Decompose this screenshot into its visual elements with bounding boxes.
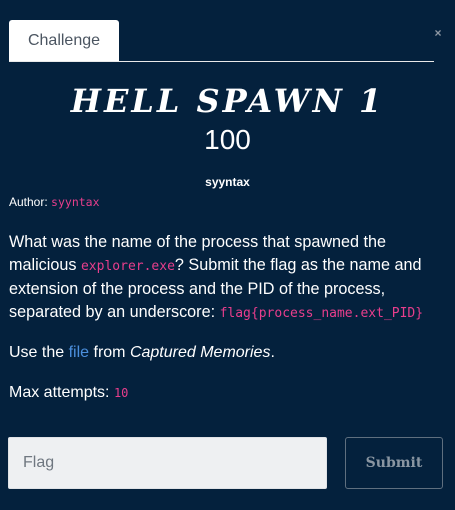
max-attempts-label: Max attempts: (9, 384, 110, 401)
use-the-text: Use the (9, 344, 65, 361)
source-name: Captured Memories (129, 344, 271, 361)
author-label: Author: (9, 195, 48, 209)
tab-challenge[interactable]: Challenge (9, 20, 119, 61)
submit-button[interactable]: Submit (345, 437, 443, 489)
from-text: from (93, 344, 126, 361)
challenge-value: 100 (204, 124, 251, 155)
max-attempts-value: 10 (113, 386, 129, 400)
close-icon[interactable]: × (431, 26, 445, 40)
challenge-creator: syyntax (205, 175, 250, 189)
period: . (270, 344, 275, 361)
tab-bar: Challenge (9, 20, 434, 62)
description-code-1: explorer.exe (80, 259, 175, 274)
author-name: syyntax (51, 195, 100, 209)
description-code-2: flag{process_name.ext_PID} (219, 306, 424, 321)
challenge-description: What was the name of the process that sp… (9, 231, 449, 325)
author-line: Author: syyntax (9, 195, 100, 209)
challenge-title: Hell Spawn 1 (70, 82, 385, 120)
file-line: Use the file from Captured Memories. (9, 344, 449, 362)
max-attempts-line: Max attempts: 10 (9, 384, 128, 402)
file-link[interactable]: file (69, 344, 89, 361)
flag-input[interactable] (8, 437, 327, 489)
